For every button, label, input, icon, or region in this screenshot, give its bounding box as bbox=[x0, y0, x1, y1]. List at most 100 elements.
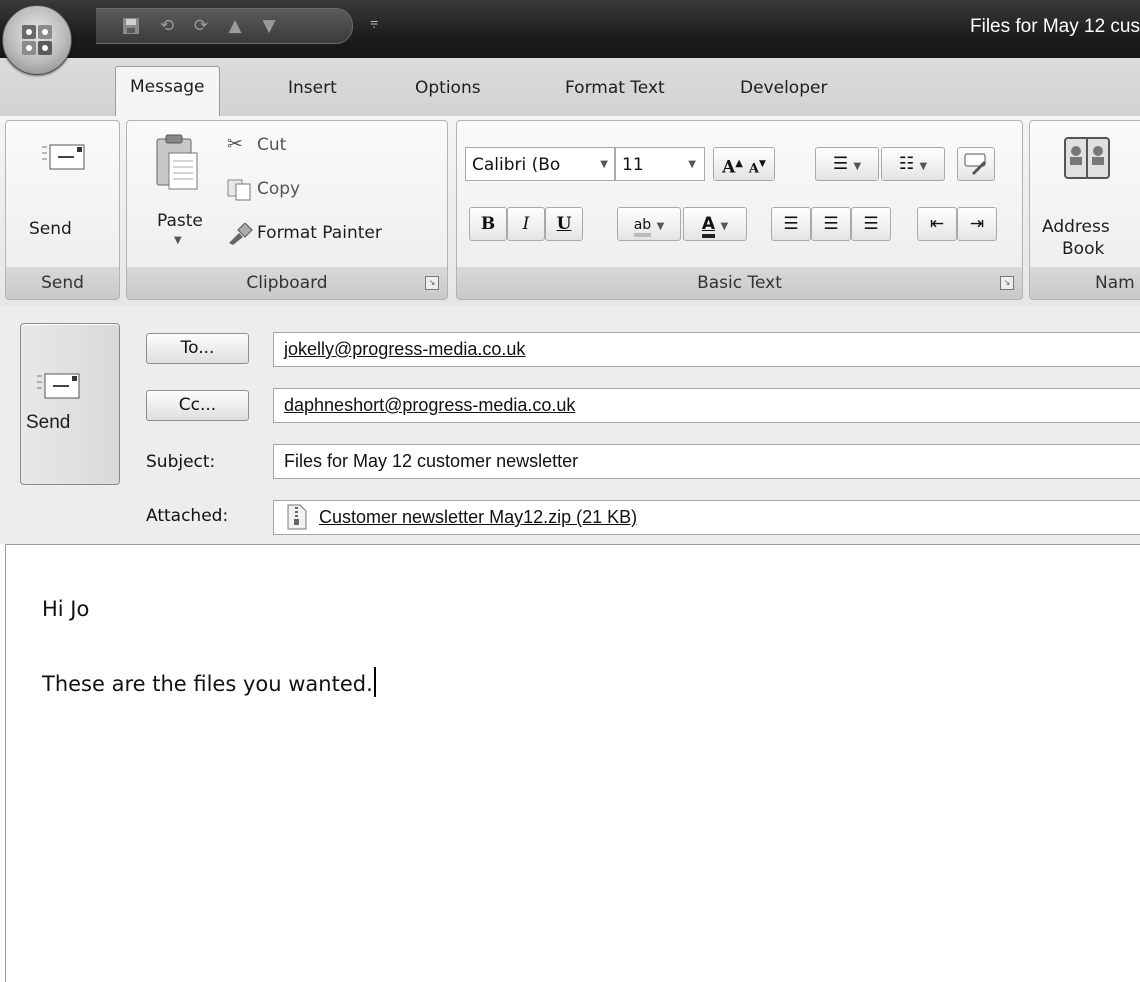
scissors-icon: ✂ bbox=[227, 133, 243, 155]
font-name-value: Calibri (Bo bbox=[472, 155, 561, 175]
bullets-button[interactable]: ☰ ▼ bbox=[815, 147, 879, 181]
clipboard-group-label: Clipboard bbox=[127, 267, 447, 299]
highlight-dropdown-icon: ▼ bbox=[656, 221, 665, 232]
underline-button[interactable]: U bbox=[545, 207, 583, 241]
font-color-dropdown-icon: ▼ bbox=[720, 221, 729, 232]
bold-button[interactable]: B bbox=[469, 207, 507, 241]
center-button[interactable]: ☰ bbox=[811, 207, 851, 241]
address-book-icon bbox=[1064, 137, 1110, 179]
font-name-dropdown-icon: ▼ bbox=[600, 159, 608, 170]
undo-icon[interactable]: ⟲ bbox=[156, 16, 178, 36]
cut-button[interactable]: ✂ Cut bbox=[227, 133, 427, 163]
to-button[interactable]: To... bbox=[146, 333, 249, 364]
copy-label: Copy bbox=[257, 179, 301, 199]
font-size-dropdown-icon: ▼ bbox=[688, 159, 696, 170]
paste-button[interactable]: Paste ▼ bbox=[135, 127, 217, 257]
subject-label: Subject: bbox=[146, 452, 216, 472]
tab-developer[interactable]: Developer bbox=[740, 78, 827, 98]
bullets-dropdown-icon: ▼ bbox=[853, 161, 862, 172]
zip-file-icon bbox=[287, 504, 307, 530]
grow-font-button[interactable]: A▲ A▼ bbox=[713, 147, 775, 181]
body-line-2: These are the files you wanted. bbox=[42, 667, 376, 697]
envelope-icon bbox=[42, 144, 85, 170]
font-color-icon: A bbox=[701, 214, 716, 238]
send-group-label: Send bbox=[6, 267, 119, 299]
cc-button[interactable]: Cc... bbox=[146, 390, 249, 421]
decrease-indent-icon: ⇤ bbox=[929, 214, 945, 234]
numbering-icon: ☷ bbox=[898, 154, 915, 174]
attachments-field[interactable]: Customer newsletter May12.zip (21 KB) bbox=[273, 500, 1140, 535]
text-cursor bbox=[373, 667, 376, 697]
tab-message[interactable]: Message bbox=[115, 66, 220, 117]
send-ribbon-label: Send bbox=[29, 219, 72, 239]
body-line-1: Hi Jo bbox=[42, 597, 90, 621]
format-painter-button[interactable]: Format Painter bbox=[227, 221, 437, 251]
basic-text-dialog-launcher-icon[interactable]: ↘ bbox=[1000, 276, 1014, 290]
bullets-icon: ☰ bbox=[832, 154, 849, 174]
paste-label: Paste bbox=[157, 211, 203, 231]
next-item-icon[interactable]: ▼ bbox=[258, 16, 280, 36]
to-field[interactable]: jokelly@progress-media.co.uk bbox=[273, 332, 1140, 367]
font-size-dropdown[interactable]: 11 ▼ bbox=[615, 147, 705, 181]
styles-icon bbox=[964, 153, 987, 176]
clipboard-group: Paste ▼ ✂ Cut Copy Format Painter Clipbo… bbox=[126, 120, 448, 300]
subject-field[interactable]: Files for May 12 customer newsletter bbox=[273, 444, 1140, 479]
quick-access-toolbar: ⟲ ⟳ ▲ ▼ bbox=[96, 8, 353, 44]
numbering-button[interactable]: ☷ ▼ bbox=[881, 147, 945, 181]
font-color-button[interactable]: A ▼ bbox=[683, 207, 747, 241]
address-book-button[interactable]: Address Book bbox=[1036, 129, 1140, 264]
highlight-icon: ab bbox=[633, 217, 652, 237]
font-name-dropdown[interactable]: Calibri (Bo ▼ bbox=[465, 147, 615, 181]
basic-text-group-label: Basic Text bbox=[457, 267, 1022, 299]
clipboard-dialog-launcher-icon[interactable]: ↘ bbox=[425, 276, 439, 290]
paintbrush-icon bbox=[229, 223, 253, 245]
to-recipient[interactable]: jokelly@progress-media.co.uk bbox=[284, 339, 525, 359]
send-group: Send Send bbox=[5, 120, 120, 300]
clipboard-icon bbox=[156, 134, 198, 190]
numbering-dropdown-icon: ▼ bbox=[919, 161, 928, 172]
align-left-button[interactable]: ☰ bbox=[771, 207, 811, 241]
increase-indent-button[interactable]: ⇥ bbox=[957, 207, 997, 241]
styles-button[interactable] bbox=[957, 147, 995, 181]
tab-options[interactable]: Options bbox=[415, 78, 481, 98]
customize-quick-access-icon[interactable]: ⩦ bbox=[370, 14, 378, 30]
names-group-label: Nam bbox=[1030, 267, 1140, 299]
italic-button[interactable]: I bbox=[507, 207, 545, 241]
address-book-label-1: Address bbox=[1042, 217, 1110, 237]
decrease-indent-button[interactable]: ⇤ bbox=[917, 207, 957, 241]
basic-text-group: Calibri (Bo ▼ 11 ▼ A▲ A▼ ☰ ▼ ☷ ▼ B I U a… bbox=[456, 120, 1023, 300]
font-size-value: 11 bbox=[622, 155, 644, 175]
copy-button[interactable]: Copy bbox=[227, 177, 427, 207]
redo-icon[interactable]: ⟳ bbox=[190, 16, 212, 36]
send-ribbon-button[interactable]: Send bbox=[16, 133, 108, 253]
align-left-icon: ☰ bbox=[783, 214, 799, 234]
ribbon: Send Send Paste ▼ ✂ Cut Copy Format Pain… bbox=[0, 116, 1140, 307]
title-bar: ⟲ ⟳ ▲ ▼ ⩦ Files for May 12 cus bbox=[0, 0, 1140, 58]
names-group: Address Book Nam bbox=[1029, 120, 1140, 300]
tab-format-text[interactable]: Format Text bbox=[565, 78, 665, 98]
increase-indent-icon: ⇥ bbox=[969, 214, 985, 234]
align-right-icon: ☰ bbox=[863, 214, 879, 234]
address-book-label-2: Book bbox=[1062, 239, 1105, 259]
align-center-icon: ☰ bbox=[823, 214, 839, 234]
office-button[interactable] bbox=[2, 5, 72, 75]
ribbon-tabs: Message Insert Options Format Text Devel… bbox=[0, 58, 1140, 117]
cc-recipient[interactable]: daphneshort@progress-media.co.uk bbox=[284, 395, 575, 415]
highlight-button[interactable]: ab ▼ bbox=[617, 207, 681, 241]
send-button[interactable]: Send bbox=[20, 323, 120, 485]
paste-dropdown-icon[interactable]: ▼ bbox=[174, 235, 182, 246]
envelope-icon bbox=[37, 373, 80, 399]
shrink-font-icon: A bbox=[748, 161, 759, 177]
copy-icon bbox=[227, 179, 251, 201]
attached-label: Attached: bbox=[146, 506, 229, 526]
save-icon[interactable] bbox=[120, 16, 142, 36]
tab-insert[interactable]: Insert bbox=[288, 78, 337, 98]
window-title: Files for May 12 cus bbox=[970, 16, 1140, 37]
align-right-button[interactable]: ☰ bbox=[851, 207, 891, 241]
attachment-link[interactable]: Customer newsletter May12.zip (21 KB) bbox=[319, 507, 637, 527]
previous-item-icon[interactable]: ▲ bbox=[224, 16, 246, 36]
message-body-editor[interactable]: Hi Jo These are the files you wanted. bbox=[5, 544, 1140, 982]
office-logo-icon bbox=[22, 25, 52, 55]
send-label: Send bbox=[26, 412, 71, 433]
cc-field[interactable]: daphneshort@progress-media.co.uk bbox=[273, 388, 1140, 423]
